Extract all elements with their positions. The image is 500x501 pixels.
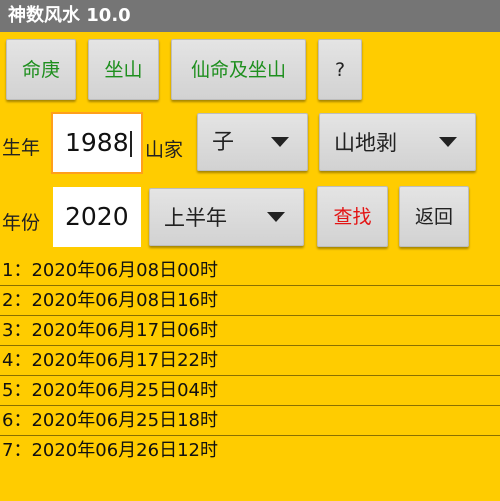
help-button[interactable]: ? — [318, 39, 362, 100]
help-label: ? — [334, 59, 346, 81]
branch-select[interactable]: 子 — [197, 113, 308, 171]
ming-geng-button[interactable]: 命庚 — [6, 39, 76, 100]
result-item: 2：2020年06月08日16时 — [0, 286, 500, 316]
result-item: 3：2020年06月17日06时 — [0, 316, 500, 346]
result-item: 5：2020年06月25日04时 — [0, 376, 500, 406]
app-title-bar: 神数风水 10.0 — [0, 0, 500, 32]
zuo-shan-label: 坐山 — [104, 59, 143, 81]
branch-select-value: 子 — [212, 130, 235, 155]
text-cursor — [129, 131, 132, 157]
back-label: 返回 — [414, 206, 453, 228]
result-item: 1：2020年06月08日00时 — [0, 256, 500, 286]
xian-ming-zuo-shan-button[interactable]: 仙命及坐山 — [171, 39, 306, 100]
half-year-select-value: 上半年 — [164, 206, 227, 230]
result-item: 6：2020年06月25日18时 — [0, 406, 500, 436]
mountain-house-label: 山家 — [145, 139, 184, 161]
result-item: 4：2020年06月17日22时 — [0, 346, 500, 376]
zuo-shan-button[interactable]: 坐山 — [88, 39, 159, 100]
ming-geng-label: 命庚 — [21, 59, 60, 81]
app-title: 神数风水 10.0 — [8, 5, 131, 26]
chevron-down-icon — [439, 137, 457, 147]
back-button[interactable]: 返回 — [399, 186, 469, 247]
chevron-down-icon — [267, 212, 285, 222]
year-label: 年份 — [2, 212, 41, 234]
hexagram-select[interactable]: 山地剥 — [319, 113, 476, 171]
result-item: 7：2020年06月26日12时 — [2, 440, 218, 461]
year-value: 2020 — [65, 202, 129, 231]
search-button[interactable]: 查找 — [317, 186, 388, 247]
hexagram-select-value: 山地剥 — [334, 131, 397, 155]
year-field[interactable]: 2020 — [53, 187, 141, 247]
search-label: 查找 — [333, 206, 372, 228]
birth-year-field[interactable]: 1988 — [51, 112, 143, 174]
half-year-select[interactable]: 上半年 — [149, 188, 304, 246]
birth-year-label: 生年 — [2, 137, 41, 159]
xian-ming-zuo-shan-label: 仙命及坐山 — [190, 59, 286, 81]
chevron-down-icon — [271, 137, 289, 147]
birth-year-value: 1988 — [65, 128, 129, 157]
